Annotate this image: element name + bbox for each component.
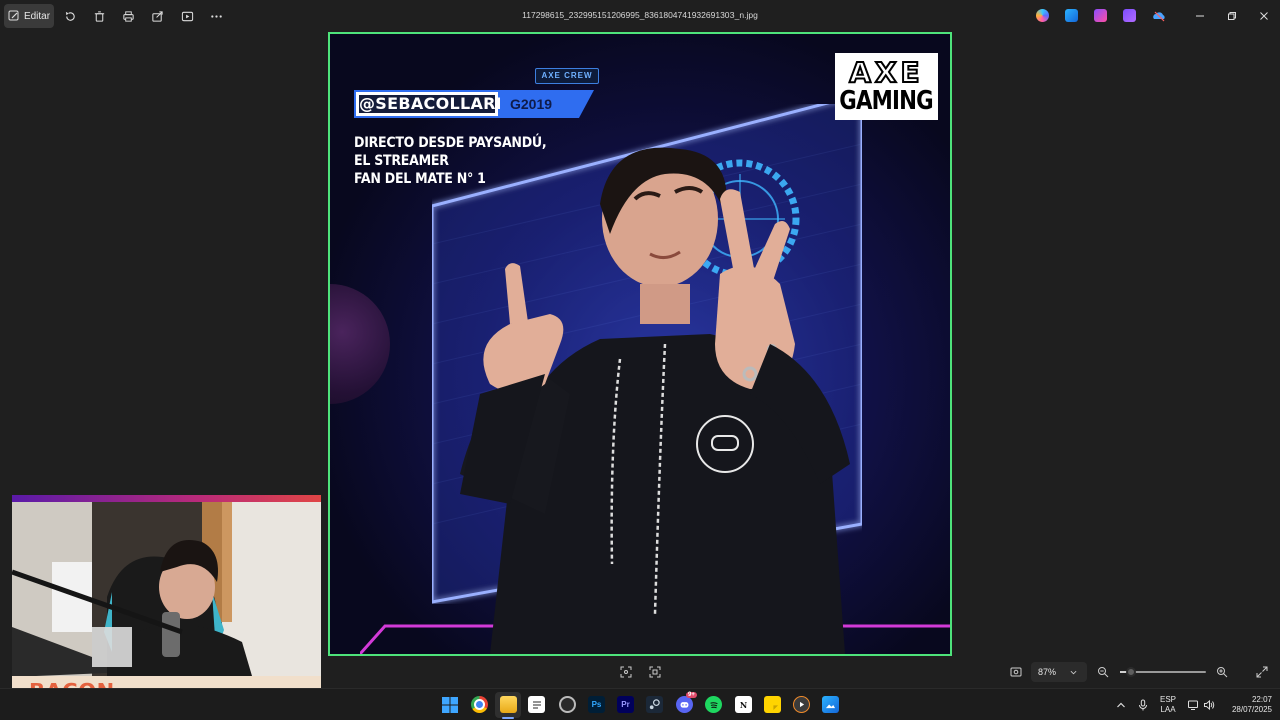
edit-label: Editar bbox=[23, 10, 51, 22]
zoom-in-icon bbox=[1217, 667, 1228, 678]
start-button[interactable] bbox=[441, 696, 458, 713]
chrome-icon[interactable] bbox=[471, 696, 488, 713]
zoom-dropdown[interactable]: 87% bbox=[1031, 662, 1087, 682]
print-icon bbox=[122, 10, 134, 22]
file-explorer-icon[interactable] bbox=[500, 696, 517, 713]
axe-gaming-logo: AXE GAMING bbox=[835, 53, 938, 120]
handle-text: @SEBACOLLARES bbox=[359, 94, 519, 113]
share-icon bbox=[151, 10, 163, 22]
microphone-icon[interactable] bbox=[1137, 699, 1149, 711]
slideshow-icon bbox=[181, 11, 193, 21]
language-bottom: LAA bbox=[1160, 705, 1176, 714]
photos-icon[interactable] bbox=[822, 696, 839, 713]
crew-tag: AXE CREW bbox=[535, 68, 599, 84]
top-toolbar: Editar 117298615_232995151206995_8361804… bbox=[0, 0, 1280, 32]
photos-app-window: Editar 117298615_232995151206995_8361804… bbox=[0, 0, 1280, 720]
slideshow-button[interactable] bbox=[175, 4, 199, 28]
logo-axe-text: AXE bbox=[848, 55, 924, 89]
edit-button[interactable]: Editar bbox=[4, 4, 54, 28]
steam-icon[interactable] bbox=[646, 696, 663, 713]
zoom-value: 87% bbox=[1038, 667, 1057, 677]
windows-taskbar: Ps Pr 9+ N ESP LAA 22:07 28/07/2025 bbox=[0, 688, 1280, 720]
crop-icon bbox=[649, 666, 661, 678]
close-button[interactable] bbox=[1250, 6, 1278, 26]
zoom-out-icon bbox=[1098, 667, 1109, 678]
logo-gaming-text: GAMING bbox=[839, 85, 934, 116]
displayed-image[interactable]: AXE CREW @SEBACOLLARES G2019 DIRECTO DES… bbox=[328, 32, 952, 656]
start-icon bbox=[441, 696, 458, 713]
print-button[interactable] bbox=[116, 4, 140, 28]
clipchamp-icon[interactable] bbox=[1094, 9, 1107, 22]
clock-date: 28/07/2025 bbox=[1231, 705, 1272, 714]
more-icon bbox=[210, 14, 222, 18]
rotate-button[interactable] bbox=[58, 4, 82, 28]
onedrive-icon[interactable] bbox=[1152, 9, 1165, 22]
edit-icon bbox=[8, 10, 19, 21]
actual-size-icon bbox=[1010, 667, 1022, 677]
fullscreen-icon bbox=[1256, 666, 1268, 678]
rotate-icon bbox=[65, 11, 75, 21]
select-area-button[interactable] bbox=[646, 662, 664, 682]
notion-icon[interactable]: N bbox=[735, 696, 752, 713]
close-icon bbox=[1260, 12, 1268, 20]
discord-badge: 9+ bbox=[686, 692, 697, 698]
webcam-overlay: BACON bbox=[12, 495, 321, 706]
media-player-icon[interactable] bbox=[793, 696, 810, 713]
notepad-icon[interactable] bbox=[528, 696, 545, 713]
chevron-down-icon bbox=[1070, 670, 1077, 674]
delete-icon bbox=[94, 10, 104, 22]
minimize-button[interactable] bbox=[1186, 6, 1214, 26]
more-options-button[interactable] bbox=[204, 4, 228, 28]
clock[interactable]: 22:07 28/07/2025 bbox=[1220, 695, 1272, 715]
discord-icon[interactable]: 9+ bbox=[676, 692, 697, 713]
webcam-top-bar bbox=[12, 495, 321, 502]
webcam-feed bbox=[12, 502, 321, 676]
photoshop-icon[interactable]: Ps bbox=[588, 696, 605, 713]
fit-to-window-button[interactable] bbox=[617, 662, 635, 682]
share-button[interactable] bbox=[145, 4, 169, 28]
file-name: 117298615_232995151206995_83618047419326… bbox=[522, 10, 758, 20]
zoom-in-button[interactable] bbox=[1214, 662, 1230, 682]
chevron-up-icon[interactable] bbox=[1115, 699, 1127, 711]
active-app-indicator bbox=[502, 717, 514, 719]
fullscreen-button[interactable] bbox=[1254, 662, 1270, 682]
clock-time: 22:07 bbox=[1251, 695, 1272, 704]
zoom-slider-thumb[interactable] bbox=[1126, 667, 1136, 677]
premiere-icon[interactable]: Pr bbox=[617, 696, 634, 713]
zoom-out-button[interactable] bbox=[1095, 662, 1111, 682]
restore-icon bbox=[1228, 12, 1236, 20]
fit-icon bbox=[620, 666, 632, 678]
spotify-icon[interactable] bbox=[705, 696, 722, 713]
delete-button[interactable] bbox=[87, 4, 111, 28]
minimize-icon bbox=[1196, 15, 1204, 17]
background-planet bbox=[330, 284, 390, 404]
restore-button[interactable] bbox=[1218, 6, 1246, 26]
volume-icon[interactable] bbox=[1203, 699, 1215, 711]
language-top: ESP bbox=[1159, 695, 1176, 704]
copilot-icon[interactable] bbox=[1036, 9, 1049, 22]
actual-size-button[interactable] bbox=[1007, 662, 1025, 682]
code-text: G2019 bbox=[500, 90, 594, 118]
handle-banner: @SEBACOLLARES G2019 bbox=[354, 90, 594, 118]
streamer-figure bbox=[460, 147, 850, 654]
video-editor-icon[interactable] bbox=[1123, 9, 1136, 22]
network-icon[interactable] bbox=[1187, 699, 1199, 711]
language-indicator[interactable]: ESP LAA bbox=[1156, 695, 1180, 715]
obs-icon[interactable] bbox=[559, 696, 576, 713]
sticky-notes-icon[interactable] bbox=[764, 696, 781, 713]
photos-app-icon[interactable] bbox=[1065, 9, 1078, 22]
